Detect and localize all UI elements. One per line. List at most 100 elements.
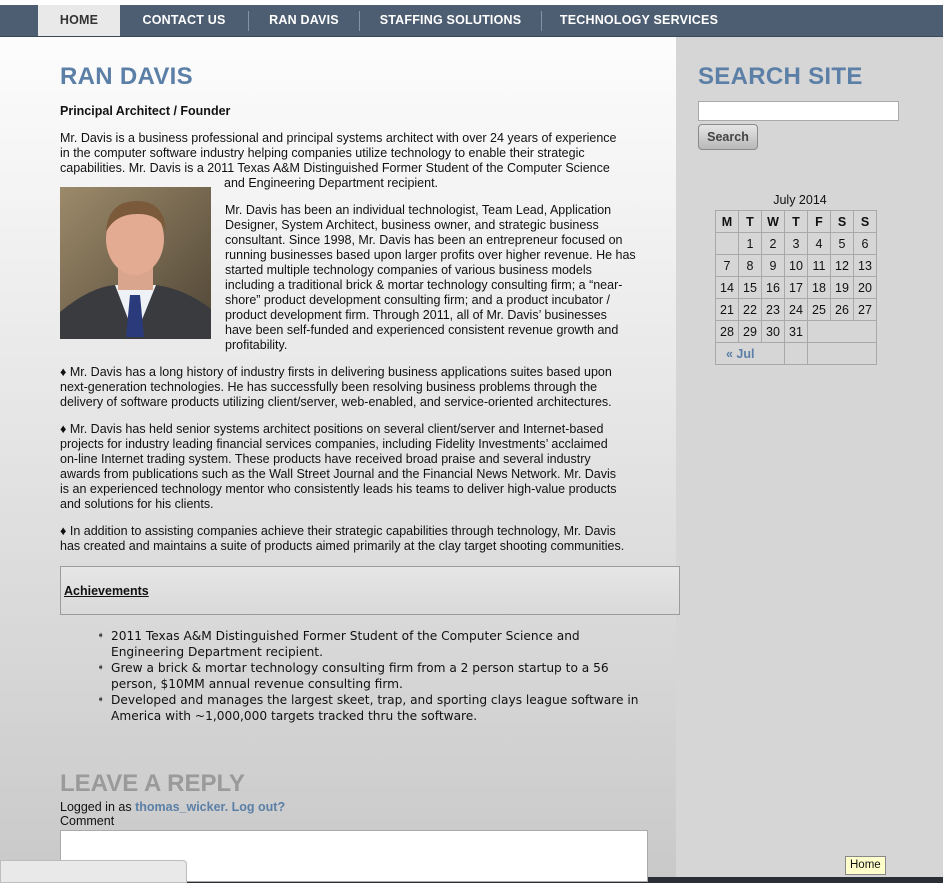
calendar-day: 1 bbox=[738, 232, 762, 255]
search-input[interactable] bbox=[698, 101, 899, 121]
achievements-heading: Achievements bbox=[64, 584, 149, 598]
calendar-day: 28 bbox=[715, 320, 739, 343]
achievements-list: ➧ 2011 Texas A&M Distinguished Former St… bbox=[95, 628, 665, 724]
calendar-day: 25 bbox=[807, 298, 831, 321]
text-line: has created and maintains a suite of pro… bbox=[60, 539, 625, 553]
user-link[interactable]: thomas_wicker bbox=[135, 800, 225, 814]
text-line: have been self-funded and experienced co… bbox=[225, 323, 619, 337]
search-button[interactable]: Search bbox=[698, 124, 758, 150]
bullet-icon: ➧ bbox=[97, 663, 105, 673]
text-line: America with ~1,000,000 targets tracked … bbox=[111, 709, 478, 723]
text-line: product development firm. Through 2011, … bbox=[225, 308, 607, 322]
text-line: Mr. Davis is a business professional and… bbox=[60, 131, 617, 145]
text-line: capabilities. Mr. Davis is a 2011 Texas … bbox=[60, 161, 610, 175]
text-line: ♦ Mr. Davis has held senior systems arch… bbox=[60, 422, 604, 436]
calendar-day: 5 bbox=[830, 232, 854, 255]
list-item: ➧ Grew a brick & mortar technology consu… bbox=[95, 660, 665, 692]
text-line: including a traditional brick & mortar t… bbox=[225, 278, 623, 292]
weekday-header: S bbox=[853, 210, 877, 233]
weekday-header: F bbox=[807, 210, 831, 233]
calendar-day: 2 bbox=[761, 232, 785, 255]
history-paragraph: ♦ Mr. Davis has a long history of indust… bbox=[60, 365, 670, 410]
logged-in-line: Logged in as thomas_wicker. Log out? bbox=[60, 800, 285, 814]
nav-contact-us[interactable]: CONTACT US bbox=[120, 5, 248, 36]
calendar-day: 20 bbox=[853, 276, 877, 299]
calendar-day: 13 bbox=[853, 254, 877, 277]
bio-paragraph: Mr. Davis has been an individual technol… bbox=[225, 203, 665, 353]
list-item: ➧ Developed and manages the largest skee… bbox=[95, 692, 665, 724]
calendar-day: 26 bbox=[830, 298, 854, 321]
calendar-day: 18 bbox=[807, 276, 831, 299]
nav-technology-services[interactable]: TECHNOLOGY SERVICES bbox=[542, 5, 736, 36]
logout-link[interactable]: Log out? bbox=[232, 800, 285, 814]
calendar-empty-cell bbox=[807, 320, 877, 343]
text-line: next-generation technologies. He has suc… bbox=[60, 380, 598, 394]
positions-paragraph: ♦ Mr. Davis has held senior systems arch… bbox=[60, 422, 670, 512]
text-line: ♦ In addition to assisting companies ach… bbox=[60, 524, 616, 538]
nav-ran-davis[interactable]: RAN DAVIS bbox=[249, 5, 359, 36]
main-nav: HOME CONTACT US RAN DAVIS STAFFING SOLUT… bbox=[0, 5, 943, 37]
text-line: Grew a brick & mortar technology consult… bbox=[111, 661, 609, 675]
list-item: ➧ 2011 Texas A&M Distinguished Former St… bbox=[95, 628, 665, 660]
text-line: in the computer software industry helpin… bbox=[60, 146, 585, 160]
text-line: Designer, System Architect, business own… bbox=[225, 218, 599, 232]
calendar-day: 15 bbox=[738, 276, 762, 299]
text-line: delivery of software products utilizing … bbox=[60, 395, 612, 409]
sidebar bbox=[676, 37, 943, 877]
text-line: Mr. Davis has been an individual technol… bbox=[225, 203, 612, 217]
calendar-prev-link[interactable]: « Jul bbox=[715, 342, 785, 365]
text-line: consultant. Since 1998, Mr. Davis has be… bbox=[225, 233, 623, 247]
calendar-day: 30 bbox=[761, 320, 785, 343]
text-line: awards from publications such as the Wal… bbox=[60, 467, 617, 481]
calendar-empty-cell bbox=[784, 342, 808, 365]
calendar-day: 14 bbox=[715, 276, 739, 299]
calendar-day: 7 bbox=[715, 254, 739, 277]
text-line: started multiple technology companies of… bbox=[225, 263, 592, 277]
intro-paragraph: Mr. Davis is a business professional and… bbox=[60, 131, 660, 191]
text-line: Developed and manages the largest skeet,… bbox=[111, 693, 639, 707]
reply-title: LEAVE A REPLY bbox=[60, 770, 245, 797]
profile-photo bbox=[60, 187, 211, 339]
calendar-caption: July 2014 bbox=[773, 193, 827, 207]
text-line: is an experienced technology mentor who … bbox=[60, 482, 617, 496]
text-line: 2011 Texas A&M Distinguished Former Stud… bbox=[111, 629, 580, 643]
search-title: SEARCH SITE bbox=[698, 63, 863, 90]
text-line: running businesses based upon larger pro… bbox=[225, 248, 636, 262]
calendar-day: 6 bbox=[853, 232, 877, 255]
nav-staffing-solutions[interactable]: STAFFING SOLUTIONS bbox=[360, 5, 541, 36]
text-line: shore” product development consulting fi… bbox=[225, 293, 610, 307]
calendar-day: 21 bbox=[715, 298, 739, 321]
weekday-header: W bbox=[761, 210, 785, 233]
calendar-day: 3 bbox=[784, 232, 808, 255]
home-tooltip: Home bbox=[845, 856, 886, 875]
weekday-header: S bbox=[830, 210, 854, 233]
calendar-day: 31 bbox=[784, 320, 808, 343]
comment-label: Comment bbox=[60, 814, 115, 828]
calendar-empty-cell bbox=[807, 342, 877, 365]
dot-separator: . bbox=[224, 800, 232, 814]
weekday-header: T bbox=[738, 210, 762, 233]
achievements-header-box: Achievements bbox=[60, 566, 680, 615]
calendar-day: 12 bbox=[830, 254, 854, 277]
calendar-day: 23 bbox=[761, 298, 785, 321]
logged-in-prefix: Logged in as bbox=[60, 800, 136, 814]
bullet-icon: ➧ bbox=[97, 695, 105, 705]
text-line: Engineering Department recipient. bbox=[111, 645, 323, 659]
calendar-day: 22 bbox=[738, 298, 762, 321]
calendar-day: 11 bbox=[807, 254, 831, 277]
calendar-day: 29 bbox=[738, 320, 762, 343]
calendar-day: 9 bbox=[761, 254, 785, 277]
calendar-day: 17 bbox=[784, 276, 808, 299]
weekday-header: M bbox=[715, 210, 739, 233]
calendar-day: 27 bbox=[853, 298, 877, 321]
calendar-day bbox=[715, 232, 739, 255]
nav-home[interactable]: HOME bbox=[38, 5, 120, 36]
page: HOME CONTACT US RAN DAVIS STAFFING SOLUT… bbox=[0, 0, 943, 883]
bottom-panel-tab[interactable] bbox=[0, 860, 187, 883]
weekday-header: T bbox=[784, 210, 808, 233]
page-subtitle: Principal Architect / Founder bbox=[60, 104, 231, 118]
text-line: profitability. bbox=[225, 338, 288, 352]
calendar-day: 19 bbox=[830, 276, 854, 299]
calendar-day: 8 bbox=[738, 254, 762, 277]
text-line: and solutions for his clients. bbox=[60, 497, 214, 511]
